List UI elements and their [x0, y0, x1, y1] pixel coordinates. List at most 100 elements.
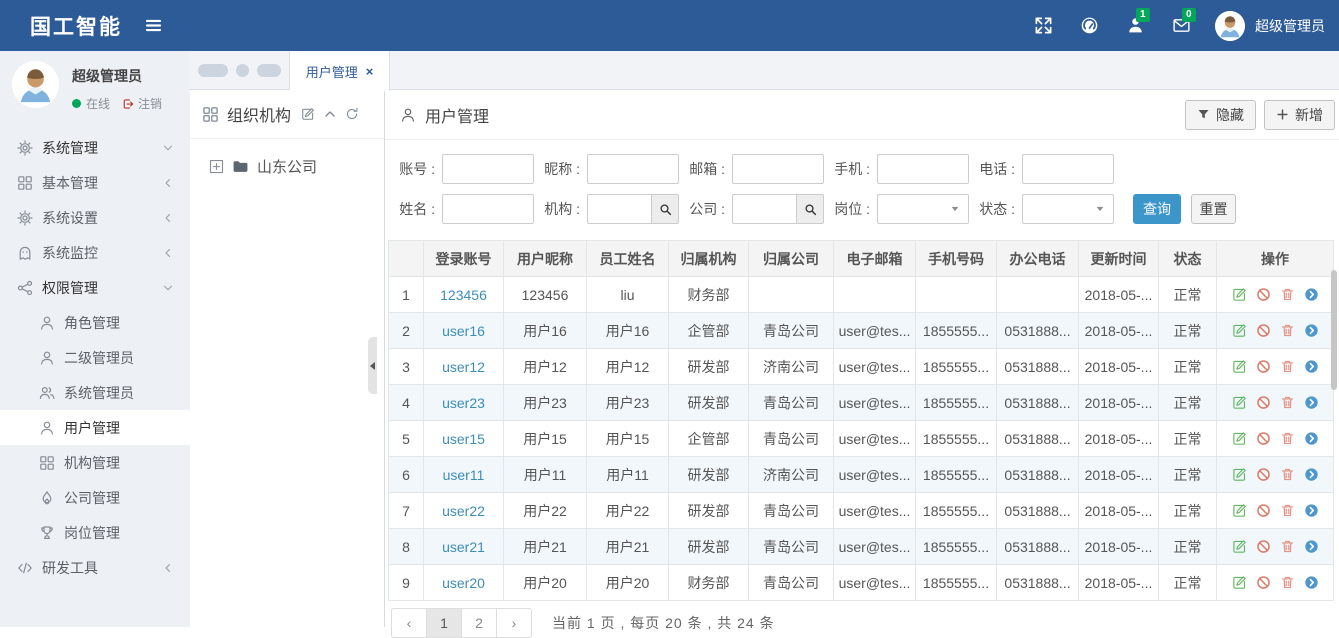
email-input[interactable] — [732, 154, 824, 184]
chevron-up-icon[interactable] — [323, 107, 337, 121]
edit-icon[interactable] — [1232, 503, 1247, 518]
hamburger-icon[interactable] — [144, 16, 163, 35]
sidebar-item-dev-tools[interactable]: 研发工具 — [0, 550, 190, 585]
edit-icon[interactable] — [1232, 287, 1247, 302]
sidebar-item-system-monitor[interactable]: 系统监控 — [0, 235, 190, 270]
prev-page-button[interactable]: ‹ — [391, 608, 427, 638]
sidebar-item-system-admin[interactable]: 系统管理员 — [0, 375, 190, 410]
tree-node-shandong[interactable]: 山东公司 — [209, 156, 384, 177]
delete-icon[interactable] — [1280, 395, 1295, 410]
edit-icon[interactable] — [1232, 395, 1247, 410]
tab-user-management[interactable]: 用户管理 × — [290, 51, 390, 91]
detail-icon[interactable] — [1304, 287, 1319, 302]
post-select[interactable] — [877, 194, 969, 224]
ban-icon[interactable] — [1256, 395, 1271, 410]
dashboard-icon[interactable] — [1080, 16, 1099, 35]
row-number: 8 — [389, 529, 424, 565]
sidebar-item-role-management[interactable]: 角色管理 — [0, 305, 190, 340]
account-link[interactable]: user16 — [442, 323, 485, 339]
sidebar-item-user-management[interactable]: 用户管理 — [0, 410, 190, 445]
query-button[interactable]: 查询 — [1133, 194, 1181, 224]
panel-collapse-handle[interactable] — [368, 337, 377, 394]
org-tree-title: 组织机构 — [227, 102, 291, 126]
account-link[interactable]: user11 — [443, 467, 485, 483]
company-search-button[interactable] — [796, 194, 824, 224]
page-button-1[interactable]: 1 — [426, 608, 462, 638]
detail-icon[interactable] — [1304, 467, 1319, 482]
delete-icon[interactable] — [1280, 359, 1295, 374]
sidebar-item-permission-management[interactable]: 权限管理 — [0, 270, 190, 305]
delete-icon[interactable] — [1280, 575, 1295, 590]
ban-icon[interactable] — [1256, 359, 1271, 374]
delete-icon[interactable] — [1280, 467, 1295, 482]
fullscreen-icon[interactable] — [1034, 16, 1053, 35]
tab-close-icon[interactable]: × — [366, 65, 374, 78]
delete-icon[interactable] — [1280, 539, 1295, 554]
refresh-icon[interactable] — [345, 107, 359, 121]
detail-icon[interactable] — [1304, 323, 1319, 338]
detail-icon[interactable] — [1304, 575, 1319, 590]
name-input[interactable] — [442, 194, 534, 224]
edit-icon[interactable] — [1232, 359, 1247, 374]
ban-icon[interactable] — [1256, 575, 1271, 590]
org-input[interactable] — [587, 194, 651, 224]
delete-icon[interactable] — [1280, 431, 1295, 446]
vertical-scrollbar[interactable] — [1331, 270, 1337, 390]
detail-icon[interactable] — [1304, 395, 1319, 410]
org-search-button[interactable] — [651, 194, 679, 224]
ban-icon[interactable] — [1256, 323, 1271, 338]
mobile-input[interactable] — [877, 154, 969, 184]
logout-button[interactable]: 注销 — [122, 95, 162, 112]
page-button-2[interactable]: 2 — [461, 608, 497, 638]
messages-icon[interactable]: 0 — [1172, 16, 1191, 35]
sidebar-item-company-management[interactable]: 公司管理 — [0, 480, 190, 515]
sidebar-item-basic-management[interactable]: 基本管理 — [0, 165, 190, 200]
edit-icon[interactable] — [301, 107, 315, 121]
account-link[interactable]: user20 — [442, 575, 485, 591]
account-link[interactable]: user12 — [442, 359, 485, 375]
detail-icon[interactable] — [1304, 539, 1319, 554]
hide-button[interactable]: 隐藏 — [1185, 100, 1256, 130]
sidebar-item-system-management[interactable]: 系统管理 — [0, 130, 190, 165]
field-account: 账号 : — [395, 154, 540, 184]
account-link[interactable]: 123456 — [440, 287, 487, 303]
ban-icon[interactable] — [1256, 539, 1271, 554]
detail-icon[interactable] — [1304, 503, 1319, 518]
account-input[interactable] — [442, 154, 534, 184]
plus-square-icon[interactable] — [209, 159, 224, 174]
ban-icon[interactable] — [1256, 467, 1271, 482]
sidebar-item-org-management[interactable]: 机构管理 — [0, 445, 190, 480]
cell-company: 青岛公司 — [749, 313, 834, 349]
online-users-icon[interactable]: 1 — [1126, 16, 1145, 35]
ban-icon[interactable] — [1256, 287, 1271, 302]
delete-icon[interactable] — [1280, 323, 1295, 338]
telephone-input[interactable] — [1022, 154, 1114, 184]
delete-icon[interactable] — [1280, 503, 1295, 518]
edit-icon[interactable] — [1232, 467, 1247, 482]
delete-icon[interactable] — [1280, 287, 1295, 302]
company-input[interactable] — [732, 194, 796, 224]
detail-icon[interactable] — [1304, 431, 1319, 446]
next-page-button[interactable]: › — [496, 608, 532, 638]
account-link[interactable]: user15 — [442, 431, 485, 447]
reset-button[interactable]: 重置 — [1191, 194, 1236, 224]
topbar-user[interactable]: 超级管理员 — [1215, 11, 1325, 41]
cell-office: 0531888... — [997, 529, 1079, 565]
status-select[interactable] — [1022, 194, 1114, 224]
edit-icon[interactable] — [1232, 431, 1247, 446]
ban-icon[interactable] — [1256, 431, 1271, 446]
edit-icon[interactable] — [1232, 323, 1247, 338]
tab-censored[interactable] — [190, 51, 290, 89]
nickname-input[interactable] — [587, 154, 679, 184]
edit-icon[interactable] — [1232, 575, 1247, 590]
detail-icon[interactable] — [1304, 359, 1319, 374]
add-button[interactable]: 新增 — [1264, 100, 1335, 130]
account-link[interactable]: user23 — [442, 395, 485, 411]
ban-icon[interactable] — [1256, 503, 1271, 518]
account-link[interactable]: user21 — [442, 539, 485, 555]
account-link[interactable]: user22 — [442, 503, 485, 519]
sidebar-item-second-level-admin[interactable]: 二级管理员 — [0, 340, 190, 375]
edit-icon[interactable] — [1232, 539, 1247, 554]
sidebar-item-system-settings[interactable]: 系统设置 — [0, 200, 190, 235]
sidebar-item-post-management[interactable]: 岗位管理 — [0, 515, 190, 550]
